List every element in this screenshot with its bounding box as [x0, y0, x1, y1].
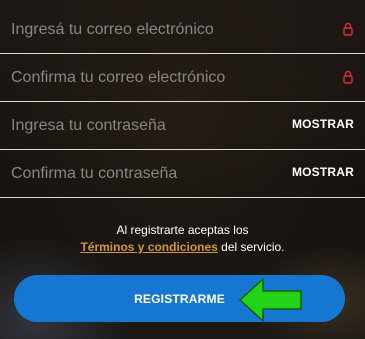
terms-line-1: Al registrarte aceptas los [116, 223, 249, 237]
confirm-password-field-row: MOSTRAR [0, 150, 365, 198]
email-input[interactable] [0, 6, 365, 53]
arrow-left-icon [239, 278, 302, 322]
register-button-label: REGISTRARME [134, 291, 225, 306]
show-confirm-password-toggle[interactable]: MOSTRAR [292, 165, 354, 179]
terms-suffix: del servicio. [217, 240, 285, 254]
confirm-email-input[interactable] [0, 54, 365, 101]
email-field-row [0, 6, 365, 54]
confirm-email-field-row [0, 54, 365, 102]
show-password-toggle[interactable]: MOSTRAR [292, 117, 354, 131]
lock-icon [343, 70, 353, 84]
password-field-row: MOSTRAR [0, 102, 365, 150]
lock-icon [343, 22, 353, 36]
terms-notice: Al registrarte aceptas los Términos y co… [0, 222, 365, 256]
terms-link[interactable]: Términos y condiciones [80, 240, 217, 254]
terms-line-2: Términos y condiciones del servicio. [0, 239, 365, 256]
